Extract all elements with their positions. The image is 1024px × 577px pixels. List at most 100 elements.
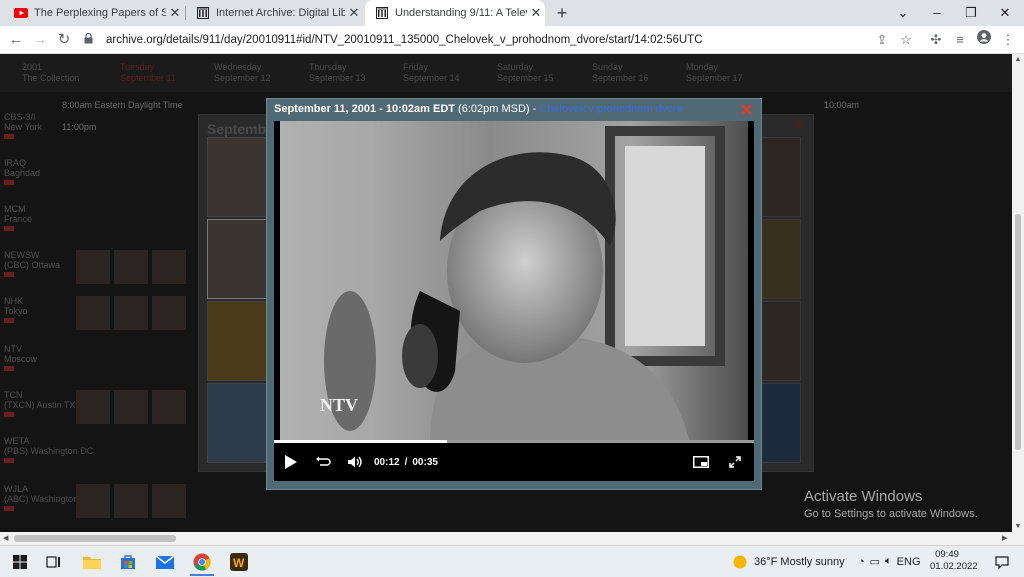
taskbar-clock[interactable]: 09:49 01.02.2022	[930, 549, 978, 573]
tab-perplexing-papers[interactable]: The Perplexing Papers of Samuel ✕	[4, 0, 184, 26]
date-link-sep15[interactable]: Saturday September 15	[497, 62, 554, 84]
channel-name: MCM	[4, 204, 26, 214]
date-link-sep13[interactable]: Thursday September 13	[309, 62, 366, 84]
microsoft-store-icon[interactable]	[116, 550, 140, 574]
date-link-sep14[interactable]: Friday September 14	[403, 62, 460, 84]
chrome-icon[interactable]	[190, 550, 214, 576]
clip-thumbnail[interactable]	[207, 137, 267, 217]
thumbnail[interactable]	[76, 296, 110, 330]
tab-internet-archive[interactable]: Internet Archive: Digital Library o ✕	[186, 0, 363, 26]
thumbnail[interactable]	[76, 390, 110, 424]
weather-widget[interactable]: 36°F Mostly sunny	[732, 546, 845, 577]
back-button[interactable]: ←	[6, 30, 26, 50]
channel-ntv[interactable]: NTV Moscow	[4, 344, 37, 371]
task-view-icon[interactable]	[42, 550, 66, 574]
new-tab-button[interactable]: +	[551, 2, 573, 24]
forward-button[interactable]: →	[30, 30, 50, 50]
flag-icon	[4, 506, 14, 511]
share-icon[interactable]: ⇪	[872, 30, 892, 50]
picture-in-picture-icon[interactable]	[688, 449, 714, 475]
winamp-icon[interactable]: W	[227, 550, 251, 574]
date-bottom: September 16	[592, 73, 649, 83]
thumbnail[interactable]	[114, 484, 148, 518]
thumbnail[interactable]	[114, 296, 148, 330]
profile-avatar-icon[interactable]	[974, 30, 994, 50]
date-link-sep17[interactable]: Monday September 17	[686, 62, 743, 84]
tab-title: The Perplexing Papers of Samuel	[34, 7, 166, 19]
clip-thumbnail[interactable]	[757, 137, 801, 217]
clip-thumbnail[interactable]	[207, 219, 267, 299]
date-top: Sunday	[592, 62, 623, 72]
channel-cbs[interactable]: CBS-3/I New York	[4, 112, 42, 139]
bookmark-star-icon[interactable]: ☆	[896, 30, 916, 50]
thumbnail[interactable]	[76, 250, 110, 284]
clip-thumbnail[interactable]	[757, 301, 801, 381]
volume-icon[interactable]	[342, 449, 368, 475]
channel-location: New York	[4, 122, 43, 132]
minimize-button[interactable]: –	[920, 0, 954, 26]
mail-icon[interactable]	[153, 550, 177, 574]
address-bar[interactable]: archive.org/details/911/day/20010911#id/…	[84, 29, 864, 50]
archive-icon	[375, 6, 389, 20]
scrollbar-thumb[interactable]	[1015, 214, 1021, 450]
clip-thumbnail[interactable]	[207, 301, 267, 381]
date-link-sep16[interactable]: Sunday September 16	[592, 62, 649, 84]
scrollbar-thumb[interactable]	[14, 535, 176, 542]
date-link-sep12[interactable]: Wednesday September 12	[214, 62, 271, 84]
fullscreen-icon[interactable]	[722, 449, 748, 475]
video-player[interactable]: NTV 00:12 / 00:35	[274, 121, 754, 481]
extensions-icon[interactable]: ✣	[926, 30, 946, 50]
thumbnail[interactable]	[152, 250, 186, 284]
channel-weta[interactable]: WETA (PBS) Washington DC	[4, 436, 93, 463]
rewind-10-icon[interactable]	[310, 449, 336, 475]
close-tab-icon[interactable]: ✕	[527, 5, 545, 21]
close-window-button[interactable]: ✕	[988, 0, 1022, 26]
thumbnail[interactable]	[152, 296, 186, 330]
channel-newsw[interactable]: NEWSW (CBC) Ottawa	[4, 250, 60, 277]
date-top: Monday	[686, 62, 719, 72]
thumbnail[interactable]	[114, 250, 148, 284]
windows-start-icon[interactable]	[8, 550, 32, 574]
horizontal-scrollbar[interactable]: ◀ ▶	[0, 532, 1024, 545]
clip-thumbnail[interactable]	[757, 383, 801, 463]
tab-search-chevron-icon[interactable]: ⌄	[886, 0, 920, 26]
network-icon[interactable]: ◔	[858, 556, 865, 568]
channel-tcn[interactable]: TCN (TXCN) Austin TX	[4, 390, 75, 417]
reading-list-icon[interactable]: ≡	[950, 30, 970, 50]
restore-button[interactable]: ❐	[954, 0, 988, 26]
play-button[interactable]	[278, 449, 304, 475]
channel-mcm[interactable]: MCM France	[4, 204, 32, 231]
close-modal-button[interactable]: ✕	[739, 101, 754, 119]
close-tab-icon[interactable]: ✕	[345, 5, 363, 21]
vertical-scrollbar[interactable]: ▲ ▼	[1012, 54, 1024, 532]
notification-icon[interactable]	[990, 550, 1014, 574]
channel-iraq[interactable]: IRAQ Baghdad	[4, 158, 40, 185]
system-tray-icons[interactable]: ◔ ▭ 🔈︎ ENG	[858, 546, 921, 577]
thumbnail[interactable]	[152, 390, 186, 424]
close-icon[interactable]: ✕	[792, 116, 804, 133]
date-link-collection[interactable]: 2001 The Collection	[22, 62, 80, 84]
tab-understanding-911[interactable]: Understanding 9/11: A Television ✕	[365, 0, 545, 26]
thumbnail[interactable]	[114, 390, 148, 424]
scroll-left-icon[interactable]: ◀	[3, 532, 8, 545]
language-indicator[interactable]: ENG	[897, 556, 921, 568]
scroll-down-icon[interactable]: ▼	[1012, 523, 1024, 530]
thumbnail[interactable]	[152, 484, 186, 518]
file-explorer-icon[interactable]	[80, 550, 104, 574]
program-link[interactable]: Chelovek v prohodnom dvore	[539, 103, 683, 115]
reload-button[interactable]: ↻	[54, 30, 74, 50]
thumbnail[interactable]	[76, 484, 110, 518]
date-link-sep11[interactable]: Tuesday September 11	[120, 62, 176, 84]
scroll-right-icon[interactable]: ▶	[1002, 532, 1007, 545]
url-text: archive.org/details/911/day/20010911#id/…	[106, 33, 703, 46]
menu-kebab-icon[interactable]: ⋮	[998, 30, 1018, 50]
scroll-up-icon[interactable]: ▲	[1012, 56, 1024, 63]
channel-nhk[interactable]: NHK Tokyo	[4, 296, 28, 323]
time-label-right: 10:00am	[824, 100, 860, 110]
clip-thumbnail[interactable]	[207, 383, 267, 463]
clip-thumbnail[interactable]	[757, 219, 801, 299]
battery-icon[interactable]: ▭	[870, 555, 880, 568]
close-tab-icon[interactable]: ✕	[166, 5, 184, 21]
date-top: Friday	[403, 62, 429, 72]
volume-tray-icon[interactable]: 🔈︎	[885, 555, 892, 568]
